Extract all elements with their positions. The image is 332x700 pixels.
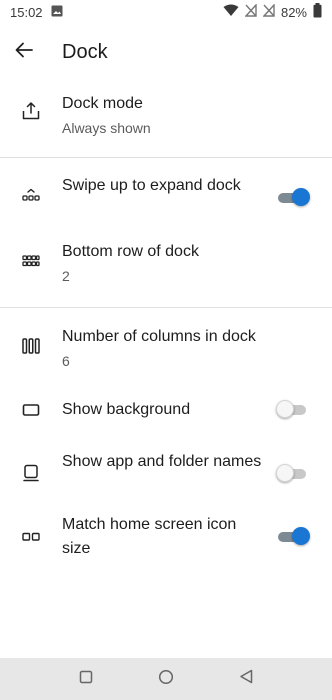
toggle-thumb xyxy=(276,464,294,482)
app-bar: Dock xyxy=(0,30,332,74)
grid-icon xyxy=(22,254,40,272)
setting-dock-mode[interactable]: Dock mode Always shown xyxy=(0,92,332,140)
setting-title: Number of columns in dock xyxy=(62,328,256,345)
recents-square-icon xyxy=(79,670,93,689)
setting-title: Bottom row of dock xyxy=(62,243,199,260)
no-signal-icon xyxy=(244,3,257,20)
icon-size-icon xyxy=(22,529,40,547)
columns-icon xyxy=(22,337,40,360)
battery-icon xyxy=(313,3,322,21)
arrow-left-icon xyxy=(15,42,33,63)
home-button[interactable] xyxy=(151,664,181,694)
setting-value: Always shown xyxy=(62,120,151,136)
home-circle-icon xyxy=(158,669,174,690)
setting-columns[interactable]: Number of columns in dock 6 xyxy=(0,325,332,371)
dock-upload-icon xyxy=(22,102,40,125)
recents-button[interactable] xyxy=(71,664,101,694)
divider xyxy=(0,157,332,158)
background-rect-icon xyxy=(22,403,40,422)
status-time: 15:02 xyxy=(10,4,43,20)
show-names-toggle[interactable] xyxy=(276,464,308,484)
toggle-thumb xyxy=(292,527,310,545)
setting-value: 2 xyxy=(62,268,70,284)
status-bar: 15:02 82% xyxy=(0,0,332,24)
expand-dock-icon xyxy=(22,188,40,207)
setting-title: Swipe up to expand dock xyxy=(62,177,241,194)
back-button[interactable] xyxy=(0,30,48,74)
toggle-thumb xyxy=(276,400,294,418)
no-signal-icon xyxy=(262,3,275,20)
swipe-up-expand-toggle[interactable] xyxy=(278,188,310,208)
nav-back-button[interactable] xyxy=(231,664,261,694)
wifi-icon xyxy=(223,4,239,20)
image-icon xyxy=(51,5,63,20)
setting-bottom-row[interactable]: Bottom row of dock 2 xyxy=(0,240,332,286)
app-label-icon xyxy=(22,464,40,487)
setting-title: Show app and folder names xyxy=(62,453,262,470)
setting-title: Show background xyxy=(62,401,191,418)
divider xyxy=(0,307,332,308)
system-nav-bar xyxy=(0,658,332,700)
show-background-toggle[interactable] xyxy=(276,400,308,420)
battery-percent: 82% xyxy=(280,4,307,20)
back-triangle-icon xyxy=(239,669,253,689)
page-title: Dock xyxy=(62,40,108,63)
setting-value: 6 xyxy=(62,353,70,369)
match-icon-size-toggle[interactable] xyxy=(278,527,310,547)
status-icons: 82% xyxy=(223,3,322,21)
setting-title: Dock mode xyxy=(62,95,143,112)
setting-title: Match home screen icon size xyxy=(62,516,237,557)
toggle-thumb xyxy=(292,188,310,206)
